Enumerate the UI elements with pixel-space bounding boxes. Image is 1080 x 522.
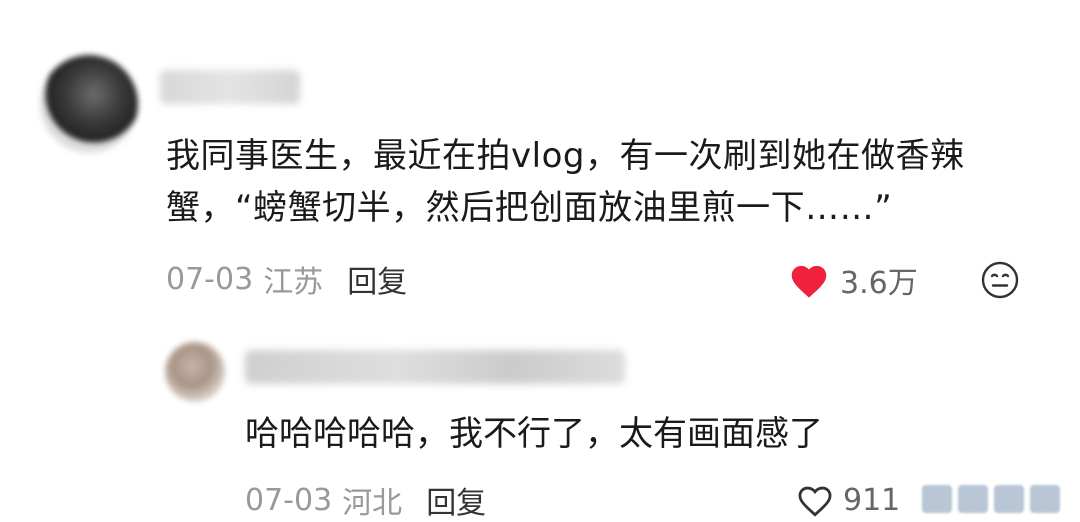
heart-outline-icon bbox=[798, 486, 832, 517]
comment-meta: 07-03 河北 回复 bbox=[245, 478, 486, 522]
like-button[interactable]: 3.6万 bbox=[788, 260, 918, 301]
comment-meta: 07-03 江苏 回复 bbox=[166, 257, 407, 301]
reply-button[interactable]: 回复 bbox=[426, 478, 486, 522]
reply-button[interactable]: 回复 bbox=[347, 257, 407, 301]
reply-text: 哈哈哈哈哈，我不行了，太有画面感了 bbox=[245, 414, 823, 454]
like-count: 911 bbox=[843, 482, 901, 518]
like-count: 3.6万 bbox=[840, 266, 918, 301]
avatar[interactable] bbox=[165, 342, 225, 402]
comment-date: 07-03 bbox=[166, 261, 254, 297]
heart-icon bbox=[791, 265, 827, 298]
like-button[interactable]: 911 bbox=[795, 480, 900, 520]
username-blurred[interactable] bbox=[245, 350, 625, 384]
comment-location: 江苏 bbox=[263, 265, 324, 300]
neutral-face-icon[interactable] bbox=[980, 260, 1020, 300]
watermark bbox=[922, 478, 1072, 520]
comment-date: 07-03 bbox=[245, 482, 333, 518]
avatar[interactable] bbox=[40, 55, 138, 153]
comment-location: 河北 bbox=[342, 486, 403, 521]
comment-text: 我同事医生，最近在拍vlog，有一次刷到她在做香辣蟹，“螃蟹切半，然后把创面放油… bbox=[166, 136, 965, 228]
username-blurred[interactable] bbox=[160, 70, 300, 104]
